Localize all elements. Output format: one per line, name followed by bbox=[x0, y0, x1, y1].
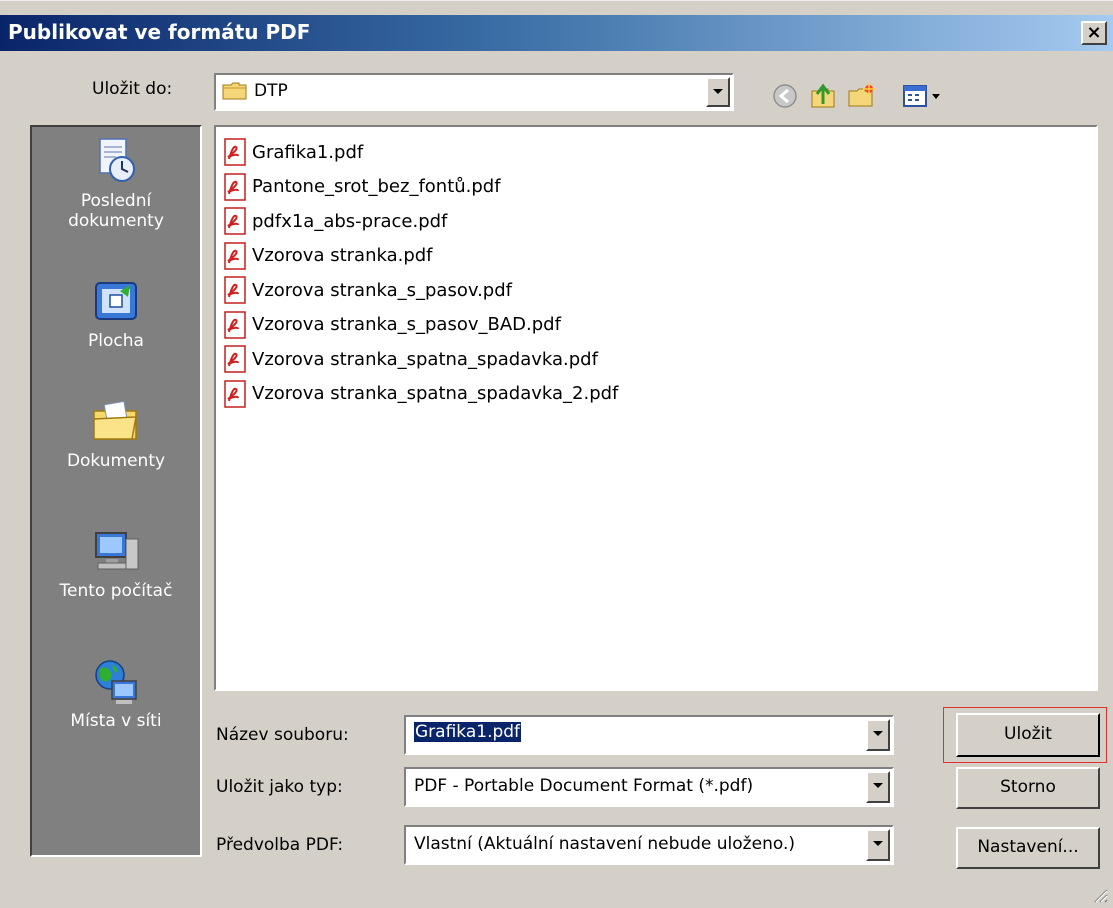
file-name: Vzorova stranka.pdf bbox=[252, 245, 433, 267]
place-label: Místa v síti bbox=[70, 711, 162, 731]
filename-value: Grafika1.pdf bbox=[414, 722, 522, 742]
file-name: Pantone_srot_bez_fontů.pdf bbox=[252, 176, 501, 198]
file-name: Vzorova stranka_s_pasov_BAD.pdf bbox=[252, 314, 561, 336]
preset-value: Vlastní (Aktuální nastavení nebude ulože… bbox=[414, 834, 795, 854]
save-in-label: Uložit do: bbox=[92, 79, 173, 99]
filetype-dropdown-button[interactable] bbox=[866, 771, 890, 803]
save-in-value: DTP bbox=[254, 81, 288, 101]
place-label: Tento počítač bbox=[59, 581, 173, 601]
file-list-item[interactable]: Pantone_srot_bez_fontů.pdf bbox=[216, 170, 1096, 205]
pdf-file-icon bbox=[224, 207, 246, 235]
close-button[interactable]: × bbox=[1081, 21, 1107, 45]
preset-label: Předvolba PDF: bbox=[216, 835, 344, 855]
file-list-item[interactable]: Vzorova stranka.pdf bbox=[216, 239, 1096, 274]
network-places-icon bbox=[95, 660, 137, 704]
cancel-button[interactable]: Storno bbox=[956, 767, 1100, 809]
file-name: Vzorova stranka_spatna_spadavka.pdf bbox=[252, 348, 598, 370]
preset-select[interactable]: Vlastní (Aktuální nastavení nebude ulože… bbox=[404, 825, 894, 865]
file-list-item[interactable]: Vzorova stranka_s_pasov.pdf bbox=[216, 273, 1096, 308]
title-bar[interactable]: Publikovat ve formátu PDF × bbox=[0, 15, 1113, 51]
desktop-icon bbox=[95, 282, 137, 320]
filename-dropdown-button[interactable] bbox=[866, 719, 890, 751]
place-label: Dokumenty bbox=[66, 451, 166, 471]
place-network[interactable]: Místa v síti bbox=[32, 655, 200, 731]
save-in-dropdown-button[interactable] bbox=[706, 77, 730, 107]
place-label: Poslední dokumenty bbox=[68, 191, 164, 231]
place-my-computer[interactable]: Tento počítač bbox=[32, 525, 200, 601]
file-list[interactable]: Grafika1.pdf Pantone_srot_bez_fontů.pdf … bbox=[214, 125, 1098, 691]
file-list-item[interactable]: Grafika1.pdf bbox=[216, 135, 1096, 170]
file-list-item[interactable]: Vzorova stranka_s_pasov_BAD.pdf bbox=[216, 308, 1096, 343]
file-list-item[interactable]: pdfx1a_abs-prace.pdf bbox=[216, 204, 1096, 239]
save-button[interactable]: Uložit bbox=[956, 713, 1100, 757]
places-bar: Poslední dokumenty Plocha Dokumenty Tent… bbox=[30, 125, 202, 857]
place-desktop[interactable]: Plocha bbox=[32, 275, 200, 351]
view-menu-icon[interactable] bbox=[902, 81, 946, 111]
close-icon: × bbox=[1086, 22, 1102, 43]
place-label: Plocha bbox=[88, 331, 144, 351]
file-name: Grafika1.pdf bbox=[252, 141, 364, 163]
file-list-item[interactable]: Vzorova stranka_spatna_spadavka.pdf bbox=[216, 342, 1096, 377]
file-list-item[interactable]: Vzorova stranka_spatna_spadavka_2.pdf bbox=[216, 377, 1096, 412]
pdf-file-icon bbox=[224, 276, 246, 304]
save-in-combo[interactable]: DTP bbox=[214, 73, 734, 111]
file-name: Vzorova stranka_spatna_spadavka_2.pdf bbox=[252, 383, 619, 405]
filetype-select[interactable]: PDF - Portable Document Format (*.pdf) bbox=[404, 767, 894, 807]
place-documents[interactable]: Dokumenty bbox=[32, 395, 200, 471]
settings-button[interactable]: Nastavení... bbox=[956, 827, 1100, 869]
place-recent-documents[interactable]: Poslední dokumenty bbox=[32, 135, 200, 231]
pdf-file-icon bbox=[224, 138, 246, 166]
pdf-file-icon bbox=[224, 380, 246, 408]
pdf-file-icon bbox=[224, 345, 246, 373]
recent-documents-icon bbox=[99, 138, 135, 182]
filename-label: Název souboru: bbox=[216, 725, 349, 745]
resize-grip-icon[interactable] bbox=[1089, 884, 1109, 904]
pdf-file-icon bbox=[224, 242, 246, 270]
preset-dropdown-button[interactable] bbox=[866, 829, 890, 861]
pdf-file-icon bbox=[224, 173, 246, 201]
back-icon[interactable] bbox=[770, 81, 800, 111]
documents-folder-icon bbox=[93, 400, 137, 440]
folder-icon bbox=[222, 82, 247, 100]
filetype-value: PDF - Portable Document Format (*.pdf) bbox=[414, 776, 754, 796]
filetype-label: Uložit jako typ: bbox=[216, 777, 343, 797]
file-name: pdfx1a_abs-prace.pdf bbox=[252, 210, 448, 232]
filename-input[interactable]: Grafika1.pdf bbox=[404, 715, 894, 755]
up-folder-icon[interactable] bbox=[808, 81, 838, 111]
new-folder-icon[interactable] bbox=[846, 81, 876, 111]
file-name: Vzorova stranka_s_pasov.pdf bbox=[252, 279, 512, 301]
pdf-publish-dialog: Publikovat ve formátu PDF × Uložit do: D… bbox=[0, 0, 1113, 908]
window-title: Publikovat ve formátu PDF bbox=[8, 20, 311, 44]
my-computer-icon bbox=[95, 532, 139, 570]
pdf-file-icon bbox=[224, 311, 246, 339]
